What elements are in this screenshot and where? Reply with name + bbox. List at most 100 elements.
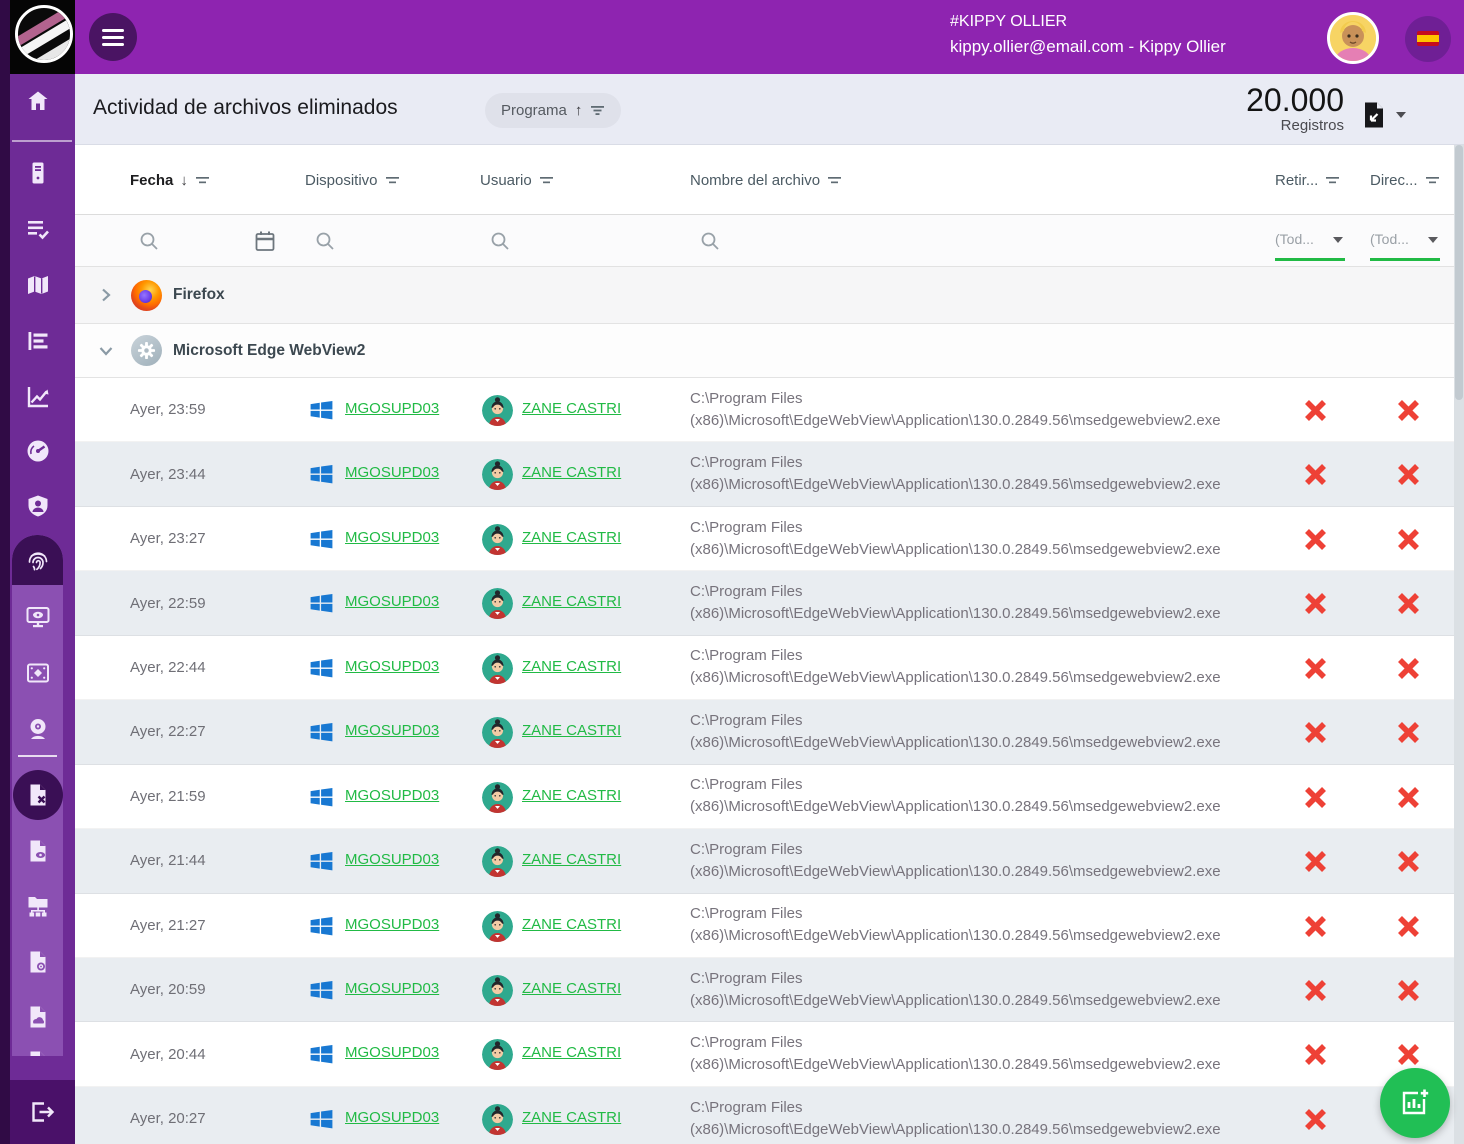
device-link[interactable]: MGOSUPD03: [345, 529, 439, 546]
user-link[interactable]: ZANE CASTRI: [522, 464, 621, 481]
sidebar-item-task-list[interactable]: [25, 216, 51, 242]
sidebar-item-deleted-files[interactable]: [25, 782, 51, 808]
sidebar-item-file-extra[interactable]: [25, 1049, 51, 1056]
table-row: Ayer, 23:44 MGOSUPD03 ZANE CASTRI C:\Pro…: [75, 442, 1454, 506]
row-date: Ayer, 23:44: [130, 442, 206, 505]
calendar-icon: [253, 229, 277, 253]
column-header-fecha[interactable]: Fecha ↓: [130, 145, 210, 215]
shield-user-icon: [25, 493, 51, 519]
column-header-retirado[interactable]: Retir...: [1275, 145, 1340, 215]
filter-lines-icon[interactable]: [385, 175, 400, 186]
filter-dropdown-direccion[interactable]: (Tod...: [1368, 223, 1444, 263]
sidebar-item-reports[interactable]: [25, 384, 51, 410]
table-row: Ayer, 20:27 MGOSUPD03 ZANE CASTRI C:\Pro…: [75, 1087, 1454, 1144]
menu-button[interactable]: [89, 13, 137, 61]
user-avatar-icon: [482, 1104, 513, 1135]
user-link[interactable]: ZANE CASTRI: [522, 1109, 621, 1126]
filter-search-fecha[interactable]: [137, 229, 161, 253]
direction-cross-icon: [1396, 978, 1421, 1003]
vertical-scrollbar[interactable]: [1454, 145, 1464, 1144]
filter-lines-icon[interactable]: [195, 175, 210, 186]
retired-cross-icon: [1303, 1107, 1328, 1132]
filter-calendar-fecha[interactable]: [253, 229, 277, 253]
file-cloud-icon: [25, 1004, 51, 1030]
device-link[interactable]: MGOSUPD03: [345, 593, 439, 610]
row-date: Ayer, 21:59: [130, 765, 206, 828]
user-link[interactable]: ZANE CASTRI: [522, 658, 621, 675]
account-name: #KIPPY OLLIER: [950, 10, 1226, 34]
row-date: Ayer, 20:59: [130, 958, 206, 1021]
device-link[interactable]: MGOSUPD03: [345, 400, 439, 417]
column-header-dispositivo[interactable]: Dispositivo: [305, 145, 400, 215]
sidebar-item-screens[interactable]: [25, 660, 51, 686]
sidebar-item-levels[interactable]: [25, 328, 51, 354]
sidebar-item-logout[interactable]: [29, 1099, 55, 1125]
filter-lines-icon[interactable]: [1425, 175, 1440, 186]
filter-lines-icon[interactable]: [827, 175, 842, 186]
sidebar-item-file-settings[interactable]: [25, 949, 51, 975]
device-link[interactable]: MGOSUPD03: [345, 722, 439, 739]
filter-dropdown-retirado[interactable]: (Tod...: [1273, 223, 1349, 263]
sidebar-item-home[interactable]: [25, 88, 51, 114]
windows-icon: [308, 655, 335, 681]
user-link[interactable]: ZANE CASTRI: [522, 722, 621, 739]
sidebar-item-devices[interactable]: [25, 160, 51, 186]
user-link[interactable]: ZANE CASTRI: [522, 593, 621, 610]
user-link[interactable]: ZANE CASTRI: [522, 400, 621, 417]
scrollbar-thumb[interactable]: [1455, 145, 1463, 400]
sidebar-item-dashboard[interactable]: [25, 438, 51, 464]
device-link[interactable]: MGOSUPD03: [345, 980, 439, 997]
file-path: C:\Program Files(x86)\Microsoft\EdgeWebV…: [690, 378, 1275, 441]
row-date: Ayer, 20:44: [130, 1022, 206, 1085]
expand-chevron-icon[interactable]: [97, 286, 115, 304]
device-link[interactable]: MGOSUPD03: [345, 1109, 439, 1126]
sidebar-item-monitor-view[interactable]: [25, 604, 51, 630]
sidebar-item-file-view[interactable]: [25, 838, 51, 864]
export-button[interactable]: [1362, 101, 1412, 131]
row-date: Ayer, 21:44: [130, 829, 206, 892]
user-link[interactable]: ZANE CASTRI: [522, 916, 621, 933]
table-row: Ayer, 21:44 MGOSUPD03 ZANE CASTRI C:\Pro…: [75, 829, 1454, 893]
group-row-edge-webview[interactable]: Microsoft Edge WebView2: [75, 324, 1454, 378]
filter-search-nombre[interactable]: [698, 229, 722, 253]
sidebar-item-webcam[interactable]: [25, 716, 51, 742]
brand-logo-container[interactable]: [10, 0, 75, 74]
device-link[interactable]: MGOSUPD03: [345, 1044, 439, 1061]
group-sort-chip[interactable]: Programa ↑: [485, 93, 621, 128]
column-header-nombre[interactable]: Nombre del archivo: [690, 145, 842, 215]
home-icon: [25, 88, 51, 114]
file-delete-icon: [25, 782, 51, 808]
device-link[interactable]: MGOSUPD03: [345, 851, 439, 868]
file-path: C:\Program Files(x86)\Microsoft\EdgeWebV…: [690, 636, 1275, 699]
user-link[interactable]: ZANE CASTRI: [522, 787, 621, 804]
column-header-direccion[interactable]: Direc...: [1370, 145, 1440, 215]
sidebar-item-map[interactable]: [25, 272, 51, 298]
language-button[interactable]: [1405, 16, 1451, 62]
group-row-firefox[interactable]: Firefox: [75, 267, 1454, 324]
windows-icon: [308, 784, 335, 810]
monitor-eye-icon: [25, 604, 51, 630]
user-link[interactable]: ZANE CASTRI: [522, 529, 621, 546]
device-link[interactable]: MGOSUPD03: [345, 658, 439, 675]
sidebar-item-network-folders[interactable]: [25, 893, 51, 919]
filter-search-usuario[interactable]: [488, 229, 512, 253]
user-link[interactable]: ZANE CASTRI: [522, 980, 621, 997]
sidebar-item-security-user[interactable]: [25, 493, 51, 519]
user-link[interactable]: ZANE CASTRI: [522, 1044, 621, 1061]
add-chart-icon: [1399, 1087, 1431, 1119]
column-header-usuario[interactable]: Usuario: [480, 145, 554, 215]
user-link[interactable]: ZANE CASTRI: [522, 851, 621, 868]
filter-lines-icon[interactable]: [1325, 175, 1340, 186]
filter-lines-icon[interactable]: [539, 175, 554, 186]
row-date: Ayer, 21:27: [130, 894, 206, 957]
add-report-button[interactable]: [1380, 1068, 1450, 1138]
device-link[interactable]: MGOSUPD03: [345, 787, 439, 804]
sidebar-item-cloud-files[interactable]: [25, 1004, 51, 1030]
sidebar-item-fingerprint[interactable]: [25, 547, 51, 573]
device-link[interactable]: MGOSUPD03: [345, 916, 439, 933]
filter-search-dispositivo[interactable]: [313, 229, 337, 253]
device-link[interactable]: MGOSUPD03: [345, 464, 439, 481]
file-path: C:\Program Files(x86)\Microsoft\EdgeWebV…: [690, 829, 1275, 892]
user-avatar[interactable]: [1327, 12, 1379, 64]
collapse-chevron-icon[interactable]: [97, 342, 115, 360]
